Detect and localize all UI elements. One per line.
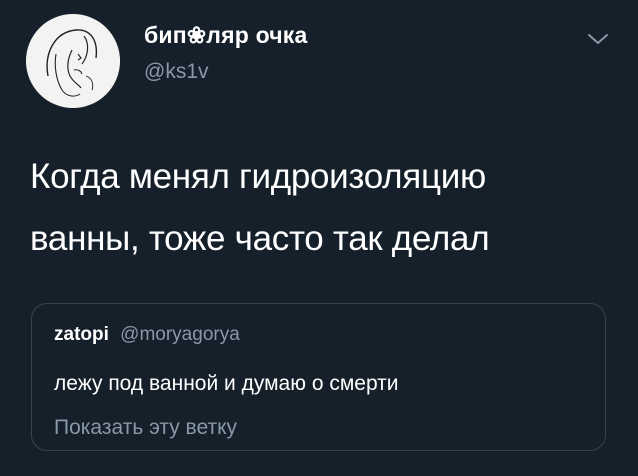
author-avatar[interactable]: [26, 14, 120, 108]
show-thread-link[interactable]: Показать эту ветку: [54, 416, 237, 440]
tweet-text: Когда менял гидроизоляцию ванны, тоже ча…: [30, 157, 490, 258]
author-name-link[interactable]: бип❀ляр очка: [144, 22, 308, 49]
quoted-display-name: zatopi: [54, 324, 109, 345]
tweet-menu-button[interactable]: [585, 28, 611, 50]
chevron-down-icon: [588, 34, 608, 44]
tweet-card: бип❀ляр очка @ks1v Когда менял гидроизол…: [0, 0, 638, 476]
quoted-tweet-header: zatopi @moryagorya: [54, 324, 240, 346]
avatar-sketch-icon: [26, 14, 120, 108]
author-handle[interactable]: @ks1v: [144, 60, 209, 84]
quoted-tweet-text: лежу под ванной и думаю о смерти: [54, 372, 399, 395]
quoted-handle: @moryagorya: [120, 324, 240, 345]
quoted-tweet[interactable]: zatopi @moryagorya лежу под ванной и дум…: [31, 303, 606, 451]
author-display-name: бип❀ляр очка: [144, 22, 308, 48]
